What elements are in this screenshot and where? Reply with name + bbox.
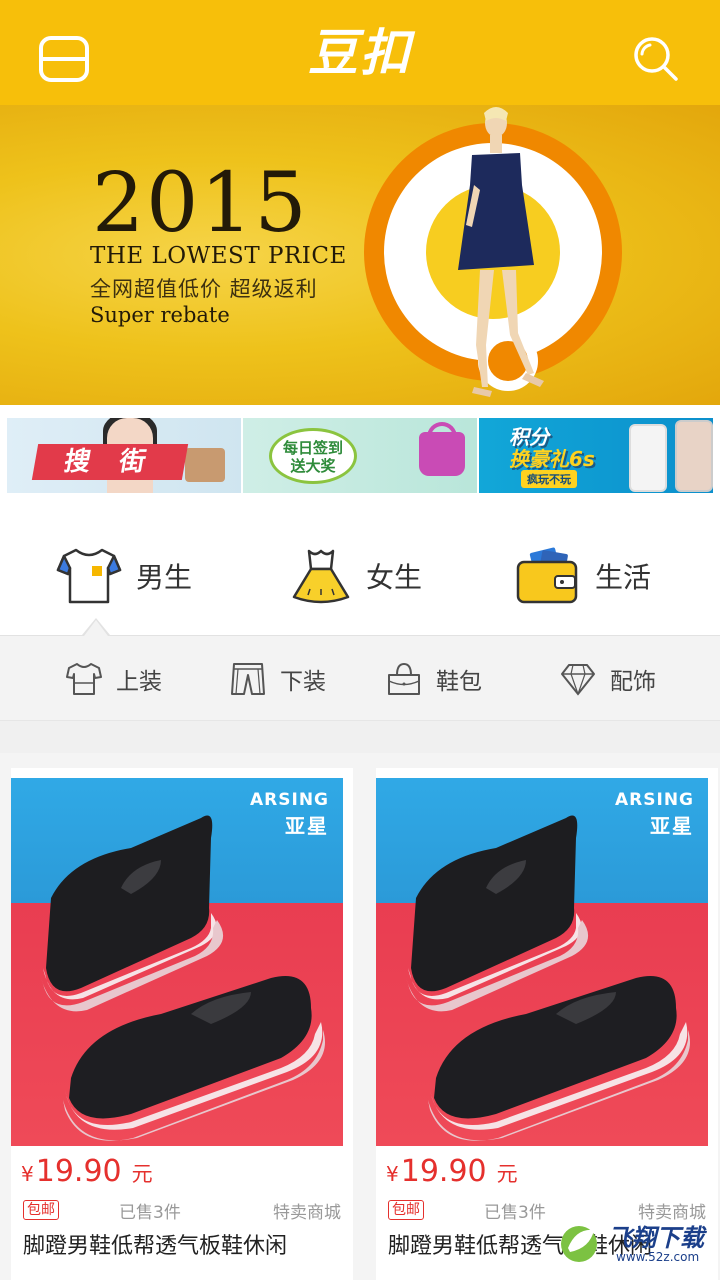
product-card[interactable]: ARSING 亚星 ¥ 19.90 元 包邮 已售3件 特卖商城 脚蹬男鞋低帮透… [11, 768, 353, 1280]
tab-indicator-fill [84, 620, 108, 636]
watermark-url: www.52z.com [616, 1250, 700, 1264]
price-unit: 元 [131, 1162, 153, 1186]
banner-en-text: Super rebate [90, 303, 230, 327]
product-price: 19.90 [400, 1154, 487, 1189]
promo-line1: 每日签到 [282, 439, 343, 457]
diamond-outline-icon [561, 664, 595, 696]
subcategory-bar: 上装 下装 鞋包 配饰 [0, 635, 720, 721]
currency-symbol: ¥ [21, 1162, 34, 1186]
pants-outline-icon [231, 663, 265, 695]
price-row: ¥ 19.90 元 [21, 1154, 153, 1189]
subcategory-accessories[interactable]: 配饰 [560, 636, 656, 722]
promo-line2: 换豪礼6s [509, 447, 595, 471]
promo-points-text: 积分 换豪礼6s [509, 426, 595, 470]
promo-strip: 搜 街 每日签到 送大奖 积分 换豪礼6s 疯玩不玩 [7, 418, 713, 493]
banner-cn-text: 全网超值低价 超级返利 [90, 277, 318, 301]
app-header: 豆扣 [0, 0, 720, 105]
product-price: 19.90 [35, 1154, 122, 1189]
subcategory-bottoms[interactable]: 下装 [230, 636, 326, 722]
search-icon[interactable] [630, 34, 682, 84]
shoes-image [406, 815, 690, 1141]
free-shipping-badge: 包邮 [388, 1200, 424, 1220]
app-logo: 豆扣 [308, 24, 412, 82]
tab-women-label: 女生 [366, 561, 423, 594]
tab-life[interactable]: 生活 [515, 517, 651, 635]
wallet-icon [516, 547, 578, 604]
promo-label: 搜 街 [31, 444, 189, 480]
promo-tag: 疯玩不玩 [521, 470, 577, 488]
menu-icon[interactable] [38, 35, 90, 83]
currency-symbol: ¥ [386, 1162, 399, 1186]
product-meta: 包邮 已售3件 特卖商城 [23, 1198, 341, 1224]
dress-icon [292, 549, 350, 604]
handbag-outline-icon [388, 662, 420, 695]
tab-women[interactable]: 女生 [290, 517, 422, 635]
section-divider [0, 721, 720, 753]
product-title[interactable]: 脚蹬男鞋低帮透气板鞋休闲 [23, 1228, 353, 1260]
subcategory-tops[interactable]: 上装 [66, 636, 162, 722]
banner-subtitle: THE LOWEST PRICE [90, 243, 347, 269]
promo-line1: 积分 [509, 425, 549, 449]
subcategory-accessories-label: 配饰 [610, 669, 656, 695]
free-shipping-badge: 包邮 [23, 1200, 59, 1220]
promo-banner[interactable]: 2015 THE LOWEST PRICE 全网超值低价 超级返利 Super … [0, 105, 720, 405]
phone-image [629, 424, 667, 492]
price-row: ¥ 19.90 元 [386, 1154, 518, 1189]
shoes-image [41, 815, 325, 1141]
promo-bag-image [185, 448, 225, 482]
model-figure [458, 107, 544, 397]
promo-daily-checkin[interactable]: 每日签到 送大奖 [243, 418, 477, 493]
price-unit: 元 [496, 1162, 518, 1186]
product-image[interactable]: ARSING 亚星 [11, 778, 343, 1146]
handbag-image [419, 432, 465, 476]
subcategory-shoes-bags[interactable]: 鞋包 [386, 636, 482, 722]
tshirt-icon [56, 548, 122, 604]
promo-points-exchange[interactable]: 积分 换豪礼6s 疯玩不玩 [479, 418, 713, 493]
product-image[interactable]: ARSING 亚星 [376, 778, 708, 1146]
promo-bubble: 每日签到 送大奖 [269, 428, 357, 484]
tab-men[interactable]: 男生 [56, 517, 192, 635]
mall-name: 特卖商城 [273, 1203, 341, 1223]
subcategory-bottoms-label: 下装 [280, 669, 326, 695]
watermark-text: 飞翔下载 [608, 1224, 704, 1252]
tab-men-label: 男生 [136, 561, 193, 594]
site-watermark: 飞翔下载 www.52z.com [548, 1200, 720, 1280]
leaf-logo-icon [561, 1226, 597, 1262]
banner-year: 2015 [92, 156, 309, 251]
subcategory-shoes-bags-label: 鞋包 [436, 669, 482, 695]
sold-count: 已售3件 [119, 1203, 181, 1223]
sold-count: 已售3件 [484, 1203, 546, 1223]
shirt-outline-icon [66, 663, 102, 695]
tab-life-label: 生活 [595, 561, 652, 594]
subcategory-tops-label: 上装 [116, 669, 162, 695]
promo-search-street[interactable]: 搜 街 [7, 418, 241, 493]
promo-line2: 送大奖 [290, 457, 336, 475]
phone-back-image [675, 420, 713, 492]
